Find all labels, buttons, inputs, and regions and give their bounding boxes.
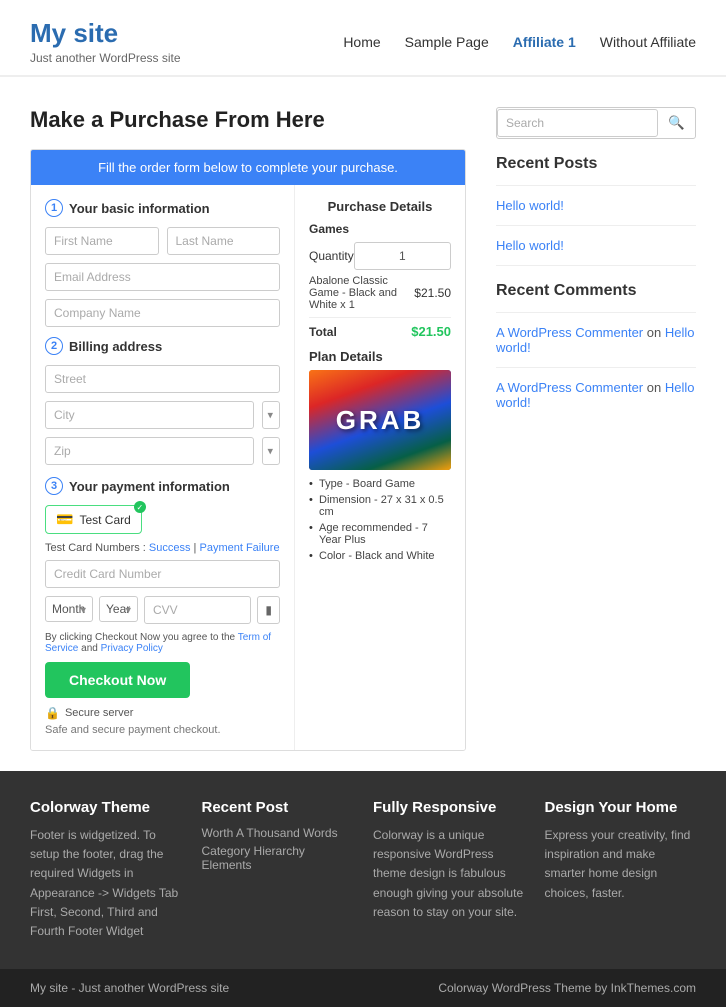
games-label: Games	[309, 222, 451, 236]
quantity-input[interactable]	[354, 242, 451, 270]
card-option-label: Test Card	[79, 513, 130, 527]
footer-link1[interactable]: Worth A Thousand Words	[202, 826, 354, 840]
item-label: Abalone Classic Game - Black and White x…	[309, 275, 410, 311]
footer: Colorway Theme Footer is widgetized. To …	[0, 771, 726, 969]
sidebar: 🔍 Recent Posts Hello world! Hello world!…	[496, 107, 696, 751]
site-tagline: Just another WordPress site	[30, 51, 181, 65]
check-badge: ✓	[134, 501, 146, 513]
comment-2: A WordPress Commenter on Hello world!	[496, 380, 696, 410]
year-select[interactable]: Year	[99, 596, 138, 622]
nav-affiliate1[interactable]: Affiliate 1	[513, 34, 576, 50]
comment-1-author[interactable]: A WordPress Commenter	[496, 325, 643, 340]
card-option[interactable]: 💳 Test Card ✓	[45, 505, 142, 534]
plan-title: Plan Details	[309, 349, 451, 364]
secure-text: Secure server	[65, 707, 133, 719]
zip-input[interactable]	[45, 437, 254, 465]
footer-bottom-right: Colorway WordPress Theme by InkThemes.co…	[438, 981, 696, 995]
section3-label: 3 Your payment information	[45, 477, 280, 495]
nav-home[interactable]: Home	[343, 34, 380, 50]
footer-col4-title: Design Your Home	[545, 799, 697, 816]
quantity-label: Quantity	[309, 249, 354, 263]
first-name-input[interactable]	[45, 227, 159, 255]
comment-2-on: on	[647, 380, 665, 395]
plan-image-text: GRAB	[336, 405, 425, 436]
site-title: My site	[30, 18, 181, 49]
footer-bottom-left: My site - Just another WordPress site	[30, 981, 229, 995]
footer-col3-title: Fully Responsive	[373, 799, 525, 816]
terms-text: By clicking Checkout Now you agree to th…	[45, 632, 280, 654]
credit-card-icon: 💳	[56, 511, 73, 528]
footer-bottom: My site - Just another WordPress site Co…	[0, 969, 726, 1007]
recent-posts-title: Recent Posts	[496, 155, 696, 173]
section2-num: 2	[45, 337, 63, 355]
site-branding: My site Just another WordPress site	[30, 18, 181, 65]
item-row: Abalone Classic Game - Black and White x…	[309, 275, 451, 311]
section1-label: 1 Your basic information	[45, 199, 280, 217]
checkout-button[interactable]: Checkout Now	[45, 662, 190, 698]
company-input[interactable]	[45, 299, 280, 327]
site-header: My site Just another WordPress site Home…	[0, 0, 726, 77]
nav-without-affiliate[interactable]: Without Affiliate	[600, 34, 696, 50]
search-button[interactable]: 🔍	[658, 108, 695, 138]
purchase-details: Purchase Details Games Quantity Abalone …	[295, 185, 465, 750]
section2-label: 2 Billing address	[45, 337, 280, 355]
purchase-title: Purchase Details	[309, 199, 451, 214]
footer-col2: Recent Post Worth A Thousand Words Categ…	[202, 799, 354, 941]
country-select[interactable]: Country	[262, 401, 280, 429]
recent-comments-title: Recent Comments	[496, 282, 696, 300]
secure-row: 🔒 Secure server	[45, 706, 280, 720]
safe-text: Safe and secure payment checkout.	[45, 724, 280, 736]
footer-col2-title: Recent Post	[202, 799, 354, 816]
success-link[interactable]: Success	[149, 542, 191, 554]
feature-1: Type - Board Game	[309, 478, 451, 490]
total-row: Total $21.50	[309, 324, 451, 339]
footer-col1: Colorway Theme Footer is widgetized. To …	[30, 799, 182, 941]
footer-col4-text: Express your creativity, find inspiratio…	[545, 826, 697, 903]
plan-features: Type - Board Game Dimension - 27 x 31 x …	[309, 478, 451, 562]
footer-col3: Fully Responsive Colorway is a unique re…	[373, 799, 525, 941]
cvv-input[interactable]	[144, 596, 251, 624]
recent-post-1[interactable]: Hello world!	[496, 198, 696, 213]
search-input[interactable]	[497, 109, 658, 137]
page-title: Make a Purchase From Here	[30, 107, 466, 133]
last-name-input[interactable]	[167, 227, 281, 255]
checkout-header: Fill the order form below to complete yo…	[31, 150, 465, 185]
privacy-link[interactable]: Privacy Policy	[101, 643, 163, 654]
checkout-box: Fill the order form below to complete yo…	[30, 149, 466, 751]
footer-col3-text: Colorway is a unique responsive WordPres…	[373, 826, 525, 922]
cvv-help-button[interactable]: ▮	[257, 596, 280, 624]
nav-sample-page[interactable]: Sample Page	[405, 34, 489, 50]
state-select[interactable]: -	[262, 437, 280, 465]
credit-card-input[interactable]	[45, 560, 280, 588]
footer-link2[interactable]: Category Hierarchy Elements	[202, 844, 354, 872]
plan-image: GRAB	[309, 370, 451, 470]
footer-col4: Design Your Home Express your creativity…	[545, 799, 697, 941]
quantity-row: Quantity	[309, 242, 451, 270]
main-nav: Home Sample Page Affiliate 1 Without Aff…	[343, 34, 696, 50]
feature-2: Dimension - 27 x 31 x 0.5 cm	[309, 494, 451, 518]
section1-num: 1	[45, 199, 63, 217]
item-price: $21.50	[414, 286, 451, 300]
secure-icon: 🔒	[45, 706, 60, 720]
failure-link[interactable]: Payment Failure	[199, 542, 279, 554]
feature-3: Age recommended - 7 Year Plus	[309, 522, 451, 546]
comment-2-author[interactable]: A WordPress Commenter	[496, 380, 643, 395]
feature-4: Color - Black and White	[309, 550, 451, 562]
city-input[interactable]	[45, 401, 254, 429]
card-numbers-text: Test Card Numbers : Success | Payment Fa…	[45, 542, 280, 554]
section3-num: 3	[45, 477, 63, 495]
total-amount: $21.50	[411, 324, 451, 339]
street-input[interactable]	[45, 365, 280, 393]
content-area: Make a Purchase From Here Fill the order…	[30, 107, 466, 751]
comment-1-on: on	[647, 325, 665, 340]
total-label: Total	[309, 325, 337, 339]
recent-post-2[interactable]: Hello world!	[496, 238, 696, 253]
checkout-form: 1 Your basic information	[31, 185, 295, 750]
footer-col1-text: Footer is widgetized. To setup the foote…	[30, 826, 182, 941]
email-input[interactable]	[45, 263, 280, 291]
footer-col1-title: Colorway Theme	[30, 799, 182, 816]
month-select[interactable]: Month	[45, 596, 93, 622]
comment-1: A WordPress Commenter on Hello world!	[496, 325, 696, 355]
search-box: 🔍	[496, 107, 696, 139]
